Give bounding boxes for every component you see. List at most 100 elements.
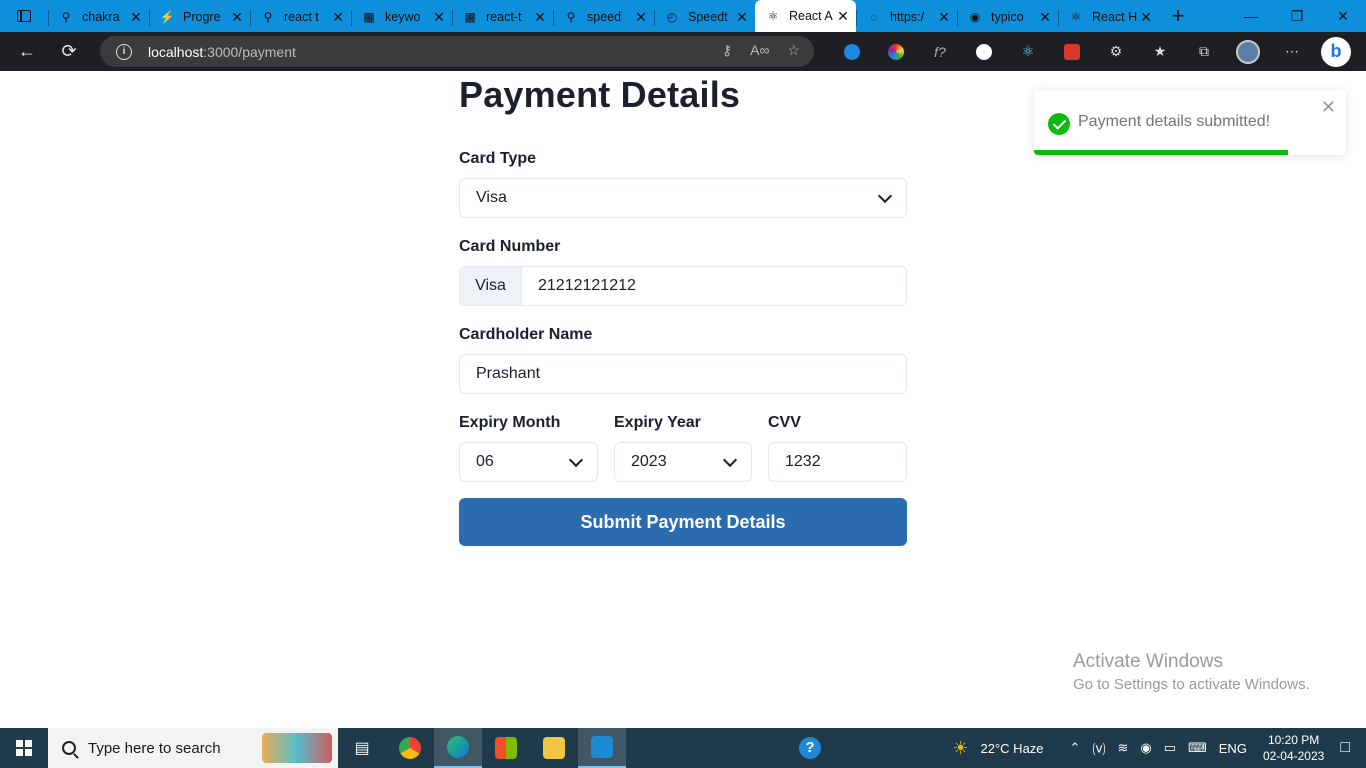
start-button[interactable]	[0, 728, 48, 768]
store-icon	[495, 737, 517, 759]
collections-icon[interactable]: ⧉	[1182, 32, 1226, 71]
card-type-select[interactable]: Visa	[459, 178, 907, 218]
close-tab-icon[interactable]: ✕	[331, 9, 345, 26]
explorer-taskbar-button[interactable]	[530, 728, 578, 768]
close-tab-icon[interactable]: ✕	[634, 9, 648, 26]
github-icon: ◉	[969, 10, 981, 24]
folder-icon	[543, 737, 565, 759]
card-brand-addon: Visa	[460, 267, 522, 305]
extensions-bar: f? ⚛ ⚙ ★ ⧉ ⋯ b	[830, 32, 1358, 71]
chevron-down-icon	[568, 452, 584, 467]
submit-payment-button[interactable]: Submit Payment Details	[459, 498, 907, 546]
search-highlight-image	[262, 733, 332, 763]
read-aloud-icon[interactable]: A∞	[750, 42, 769, 59]
weather-text[interactable]: 22°C Haze	[975, 741, 1050, 756]
extension-blue-icon[interactable]	[830, 32, 874, 71]
bing-chat-button[interactable]: b	[1314, 32, 1358, 71]
extension-color-icon[interactable]	[874, 32, 918, 71]
chevron-up-icon[interactable]: ⌃	[1064, 740, 1087, 756]
expiry-year-select[interactable]: 2023	[614, 442, 752, 482]
toast-progress-bar	[1034, 150, 1289, 155]
refresh-button[interactable]: ⟳	[48, 32, 90, 71]
search-icon	[62, 741, 76, 755]
clock-date: 02-04-2023	[1262, 749, 1325, 763]
browser-tab[interactable]: ⚡ Progre ✕	[149, 2, 250, 32]
settings-more-icon[interactable]: ⋯	[1270, 32, 1314, 71]
help-taskbar-button[interactable]: ?	[786, 728, 834, 768]
store-taskbar-button[interactable]	[482, 728, 530, 768]
keyboard-icon[interactable]: ⌨	[1182, 740, 1213, 756]
browser-tab[interactable]: ▩ react-t ✕	[452, 2, 553, 32]
taskbar-search-box[interactable]: Type here to search	[48, 728, 338, 768]
language-indicator[interactable]: ENG	[1213, 741, 1253, 756]
close-tab-icon[interactable]: ✕	[432, 9, 446, 26]
bluetooth-icon[interactable]: ⒱	[1086, 739, 1111, 758]
chrome-taskbar-button[interactable]	[386, 728, 434, 768]
expiry-year-label: Expiry Year	[614, 414, 701, 431]
favorites-icon[interactable]: ★	[1138, 32, 1182, 71]
key-icon[interactable]: ⚷	[722, 42, 732, 59]
clock[interactable]: 10:20 PM 02-04-2023	[1253, 732, 1334, 764]
close-tab-icon[interactable]: ✕	[129, 9, 143, 26]
activate-windows-title: Activate Windows	[1073, 651, 1223, 672]
toast-message: Payment details submitted!	[1078, 113, 1271, 130]
extension-dots-icon[interactable]	[962, 32, 1006, 71]
system-tray: ☀ 22°C Haze ⌃ ⒱ ≋ ◉ ▭ ⌨ ENG 10:20 PM 02-…	[946, 728, 1366, 768]
vscode-taskbar-button[interactable]	[578, 728, 626, 768]
tab-actions-button[interactable]	[0, 0, 48, 32]
browser-tab[interactable]: ⚲ chakra ✕	[48, 2, 149, 32]
extension-formula-icon[interactable]: f?	[918, 32, 962, 71]
browser-tab[interactable]: ⚲ react t ✕	[250, 2, 351, 32]
battery-icon[interactable]: ▭	[1158, 740, 1182, 756]
browser-tab[interactable]: ⚛ React H ✕	[1058, 2, 1159, 32]
react-icon: ⚛	[767, 9, 779, 23]
browser-tab[interactable]: ◉ typico ✕	[957, 2, 1058, 32]
close-tab-icon[interactable]: ✕	[533, 9, 547, 26]
chevron-down-icon	[722, 452, 738, 467]
cardholder-name-input[interactable]: Prashant	[459, 354, 907, 394]
card-type-label: Card Type	[459, 150, 537, 167]
browser-tab[interactable]: ◌ https:/ ✕	[856, 2, 957, 32]
camera-icon[interactable]: ◉	[1134, 740, 1157, 756]
browser-tab[interactable]: ◴ Speedt ✕	[654, 2, 755, 32]
lightning-icon: ⚡	[159, 10, 175, 24]
close-tab-icon[interactable]: ✕	[230, 9, 244, 26]
card-number-input[interactable]: 21212121212	[522, 277, 906, 295]
cvv-input[interactable]: 1232	[768, 442, 907, 482]
search-icon: ⚲	[61, 10, 71, 24]
close-tab-icon[interactable]: ✕	[937, 9, 951, 26]
restore-button[interactable]: ❐	[1274, 0, 1320, 32]
task-view-button[interactable]: ▤	[338, 728, 386, 768]
new-tab-button[interactable]: +	[1161, 0, 1195, 32]
browser-tab[interactable]: ⚲ speed ✕	[553, 2, 654, 32]
extension-react-icon[interactable]: ⚛	[1006, 32, 1050, 71]
minimize-button[interactable]: —	[1228, 0, 1274, 32]
close-tab-icon[interactable]: ✕	[735, 9, 749, 26]
back-button[interactable]: ←	[6, 32, 48, 71]
url-host: localhost	[148, 43, 204, 60]
close-tab-icon[interactable]: ✕	[836, 8, 850, 25]
extension-red-icon[interactable]	[1050, 32, 1094, 71]
profile-avatar[interactable]	[1226, 32, 1270, 71]
toast-close-button[interactable]: ✕	[1321, 97, 1336, 118]
address-bar[interactable]: i localhost:3000/payment ⚷ A∞ ☆	[100, 36, 814, 67]
cardholder-name-label: Cardholder Name	[459, 326, 593, 343]
expiry-month-select[interactable]: 06	[459, 442, 598, 482]
extensions-puzzle-icon[interactable]: ⚙	[1094, 32, 1138, 71]
browser-tab[interactable]: ▩ keywo ✕	[351, 2, 452, 32]
add-favorite-icon[interactable]: ☆	[787, 42, 800, 59]
notifications-icon[interactable]: □	[1334, 739, 1366, 757]
close-window-button[interactable]: ✕	[1320, 0, 1366, 32]
site-info-icon[interactable]: i	[116, 43, 132, 60]
cardholder-name-value: Prashant	[476, 365, 541, 382]
help-icon: ?	[799, 737, 821, 759]
clock-time: 10:20 PM	[1267, 733, 1320, 747]
loading-icon: ◌	[870, 10, 878, 24]
close-tab-icon[interactable]: ✕	[1038, 9, 1052, 26]
success-toast[interactable]: Payment details submitted! ✕	[1034, 90, 1346, 155]
close-tab-icon[interactable]: ✕	[1139, 9, 1153, 26]
chrome-icon	[399, 737, 421, 759]
edge-taskbar-button[interactable]	[434, 728, 482, 768]
browser-tab[interactable]: ⚛ React A ✕	[755, 0, 856, 32]
wifi-icon[interactable]: ≋	[1111, 740, 1134, 756]
